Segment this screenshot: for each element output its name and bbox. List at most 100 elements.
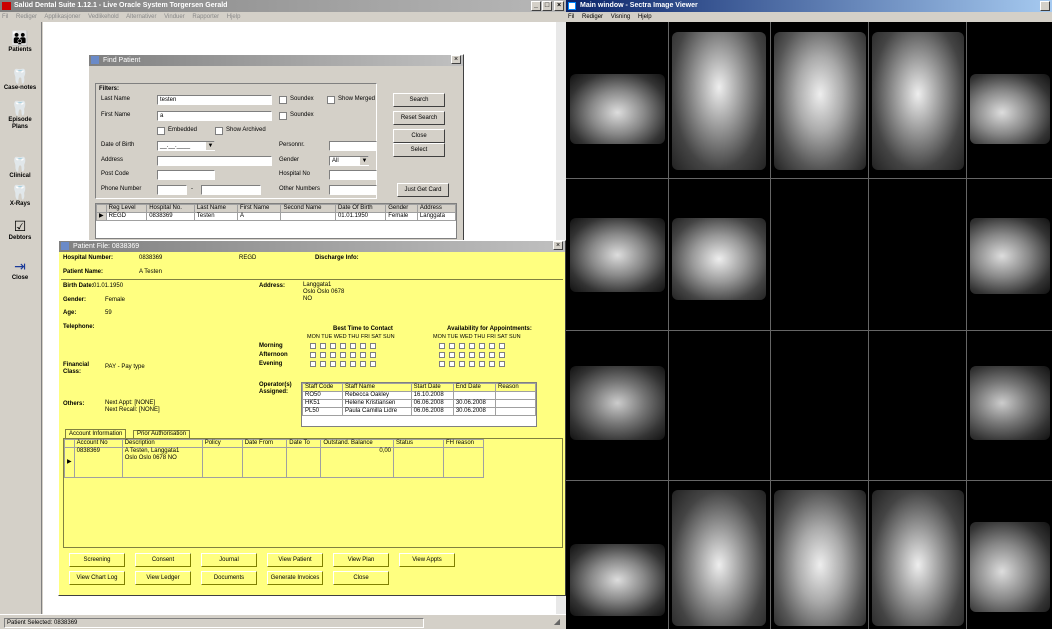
tab-account-information[interactable]: Account Information <box>65 429 127 438</box>
table-row[interactable]: PL50 Paula Camilla Lidre 06.06.2008 30.06.2… <box>301 407 536 416</box>
sidebar-item-clinical[interactable]: 🦷 Clinical <box>2 156 38 180</box>
xray-image[interactable] <box>570 218 665 292</box>
other-numbers-input[interactable] <box>329 185 377 195</box>
view-plan-button[interactable]: View Plan <box>333 553 389 567</box>
documents-button[interactable]: Documents <box>201 571 257 585</box>
table-row[interactable]: ▶ REGD 0838369 Testen A 01.01.1950 Femal… <box>96 212 457 221</box>
phone-number-input[interactable] <box>201 185 261 195</box>
xray-image[interactable] <box>570 544 665 616</box>
col-staff-name[interactable]: Staff Name <box>342 383 412 392</box>
viewer-menu-hjelp[interactable]: Hjelp <box>638 14 652 20</box>
col-address[interactable]: Address <box>416 204 457 213</box>
col-first-name[interactable]: First Name <box>236 204 282 213</box>
address-input[interactable] <box>157 156 272 166</box>
file-close-button[interactable]: Close <box>333 571 389 585</box>
xray-image[interactable] <box>672 490 766 626</box>
minimize-button[interactable]: _ <box>531 1 541 11</box>
consent-button[interactable]: Consent <box>135 553 191 567</box>
close-button[interactable]: × <box>554 1 564 11</box>
dob-dropdown-arrow-icon[interactable]: ▼ <box>206 142 215 150</box>
last-name-input[interactable]: testen <box>157 95 272 105</box>
just-get-card-button[interactable]: Just Get Card <box>397 183 449 197</box>
select-button[interactable]: Select <box>393 143 445 157</box>
find-close-button[interactable]: Close <box>393 129 445 143</box>
phone-prefix-input[interactable] <box>157 185 187 195</box>
image-viewer-titlebar[interactable]: Main window - Sectra Image Viewer <box>566 0 1052 12</box>
menu-hjelp[interactable]: Hjelp <box>227 14 241 20</box>
personnr-input[interactable] <box>329 141 377 151</box>
xray-image[interactable] <box>970 218 1050 294</box>
sidebar-item-case-notes[interactable]: 🦷 Case-notes <box>2 68 38 92</box>
hospital-no-input[interactable] <box>329 170 377 180</box>
col-outstanding-balance[interactable]: Outstand. Balance <box>320 439 394 448</box>
xray-image[interactable] <box>774 490 866 626</box>
find-patient-close-button[interactable]: × <box>451 55 461 64</box>
col-end-date[interactable]: End Date <box>452 383 497 392</box>
availability-checkbox-grid[interactable] <box>439 343 559 370</box>
sidebar-item-patients[interactable]: 👪 Patients <box>2 30 38 54</box>
menu-rapporter[interactable]: Rapporter <box>192 14 219 20</box>
view-appts-button[interactable]: View Appts <box>399 553 455 567</box>
col-start-date[interactable]: Start Date <box>410 383 454 392</box>
xray-image[interactable] <box>970 522 1050 612</box>
xray-image[interactable] <box>570 74 665 144</box>
col-policy[interactable]: Policy <box>201 439 243 448</box>
table-row[interactable]: RO50 Rebecca Oakley 16.10.2008 <box>301 391 536 400</box>
sidebar-item-close[interactable]: ⇥ Close <box>2 258 38 282</box>
show-merged-checkbox[interactable] <box>327 96 335 104</box>
table-row[interactable]: HK51 Helene Kristiansen 06.06.2008 30.06.20… <box>301 399 536 408</box>
col-hospital-no[interactable]: Hospital No. <box>146 204 195 213</box>
viewer-menu-fil[interactable]: Fil <box>568 14 574 20</box>
menu-alternativer[interactable]: Alternativer <box>126 14 156 20</box>
dental-suite-titlebar[interactable]: Salüd Dental Suite 1.12.1 - Live Oracle … <box>0 0 566 12</box>
xray-image[interactable] <box>570 366 665 440</box>
best-time-checkbox-grid[interactable] <box>310 343 420 370</box>
xray-image[interactable] <box>872 490 964 626</box>
menu-applikasjoner[interactable]: Applikasjoner <box>44 14 80 20</box>
resize-grip-icon[interactable]: ◢ <box>554 617 560 626</box>
search-button[interactable]: Search <box>393 93 445 107</box>
col-description[interactable]: Description <box>121 439 203 448</box>
postcode-input[interactable] <box>157 170 215 180</box>
col-status[interactable]: Status <box>393 439 444 448</box>
xray-image[interactable] <box>672 218 766 300</box>
show-archived-checkbox[interactable] <box>215 127 223 135</box>
viewer-menu-rediger[interactable]: Rediger <box>582 14 603 20</box>
xray-image[interactable] <box>970 366 1050 440</box>
patient-file-close-button[interactable]: × <box>553 241 563 250</box>
generate-invoices-button[interactable]: Generate Invoices <box>267 571 323 585</box>
maximize-button[interactable]: □ <box>542 1 552 11</box>
view-patient-button[interactable]: View Patient <box>267 553 323 567</box>
screening-button[interactable]: Screening <box>69 553 125 567</box>
sidebar-item-episode-plans[interactable]: 🦷 Episode Plans <box>2 100 38 131</box>
table-row[interactable]: ▶ 0838369 A Testen, Langgata1 Oslo Oslo … <box>64 447 484 478</box>
find-patient-titlebar[interactable]: Find Patient × <box>89 55 463 66</box>
viewer-minimize-button[interactable] <box>1040 1 1050 11</box>
viewer-menu-visning[interactable]: Visning <box>611 14 631 20</box>
menu-rediger[interactable]: Rediger <box>16 14 37 20</box>
menu-vinduer[interactable]: Vinduer <box>164 14 185 20</box>
view-chart-log-button[interactable]: View Chart Log <box>69 571 125 585</box>
menu-fil[interactable]: Fil <box>2 14 8 20</box>
col-fh-reason[interactable]: FH reason <box>443 439 484 448</box>
sidebar-item-debtors[interactable]: ☑ Debtors <box>2 218 38 242</box>
view-ledger-button[interactable]: View Ledger <box>135 571 191 585</box>
col-last-name[interactable]: Last Name <box>193 204 238 213</box>
embedded-checkbox[interactable] <box>157 127 165 135</box>
col-gender[interactable]: Gender <box>385 204 418 213</box>
xray-image[interactable] <box>872 32 964 170</box>
first-name-input[interactable]: a <box>157 111 272 121</box>
soundex-checkbox-2[interactable] <box>279 112 287 120</box>
col-reason[interactable]: Reason <box>495 383 536 392</box>
col-staff-code[interactable]: Staff Code <box>301 383 344 392</box>
journal-button[interactable]: Journal <box>201 553 257 567</box>
xray-image[interactable] <box>672 32 766 170</box>
menu-vedlikehold[interactable]: Vedlikehold <box>88 14 119 20</box>
soundex-checkbox-1[interactable] <box>279 96 287 104</box>
tab-prior-authorisation[interactable]: Prior Authorisation <box>133 430 191 438</box>
reset-search-button[interactable]: Reset Search <box>393 111 445 125</box>
col-account-no[interactable]: Account No <box>73 439 123 448</box>
gender-dropdown-arrow-icon[interactable]: ▼ <box>360 157 369 165</box>
sidebar-item-x-rays[interactable]: 🦷 X-Rays <box>2 184 38 208</box>
col-dob[interactable]: Date Of Birth <box>334 204 387 213</box>
